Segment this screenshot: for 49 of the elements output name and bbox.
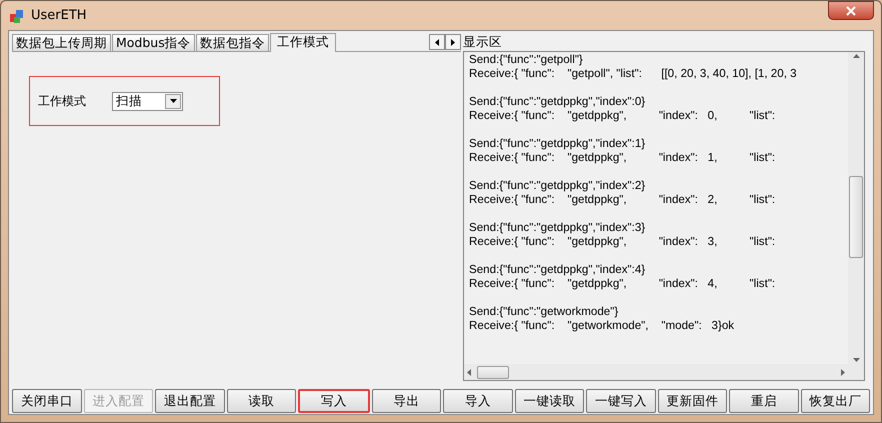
close-button[interactable] [828,1,874,20]
mode-dropdown[interactable]: 扫描 [112,92,183,110]
tab[interactable]: Modbus指令 [112,34,195,51]
app-icon [9,8,25,24]
log-line: Receive:{ "func": "getdppkg", "index": 2, "list": [469,193,776,207]
toolbar-button[interactable]: 一键读取 [514,389,584,413]
close-icon [846,6,856,16]
down-arrow-icon[interactable] [852,358,860,362]
log-line: Send:{"func":"getdppkg","index":3} [469,221,646,235]
scroll-right-button[interactable] [445,34,461,50]
window-title: UserETH [31,6,87,25]
toolbar-button[interactable]: 导出 [372,389,441,413]
log-line: Send:{"func":"getdppkg","index":4} [469,263,646,277]
log-line: Send:{"func":"getdppkg","index":1} [469,137,646,151]
log-line: Send:{"func":"getpoll"} [469,53,584,67]
up-arrow-icon[interactable] [852,54,860,58]
toolbar-button[interactable]: 更新固件 [658,389,727,413]
toolbar-button[interactable]: 导入 [443,389,512,413]
tab[interactable]: 数据包上传周期 [12,34,111,51]
toolbar-button[interactable]: 退出配置 [155,389,224,413]
toolbar-button[interactable]: 恢复出厂 [800,389,870,413]
log-line: Receive:{ "func": "getpoll", "list": [[0, 20, 3, 40, 10], [1, 20, 3 [469,67,798,81]
log-line: Send:{"func":"getdppkg","index":2} [469,179,646,193]
toolbar-button[interactable]: 重启 [729,389,798,413]
scrollbar-thumb[interactable] [477,366,509,378]
right-arrow-icon[interactable] [841,368,845,376]
vertical-scrollbar[interactable] [848,52,864,364]
tab[interactable]: 数据包指令 [196,34,269,51]
toolbar-button[interactable]: 读取 [226,389,296,413]
caret-icon [170,99,176,103]
log-line: Receive:{ "func": "getworkmode", "mode": 3}ok [469,319,736,333]
log-line: Receive:{ "func": "getdppkg", "index": 4, "list": [469,277,776,291]
left-arrow-icon [435,38,439,46]
field-label: 工作模式 [38,93,86,110]
log-line: Receive:{ "func": "getdppkg", "index": 3, "list": [469,235,776,249]
tab[interactable]: 工作模式 [270,33,336,52]
right-arrow-icon [451,38,455,46]
log-line: Send:{"func":"getdppkg","index":0} [469,95,646,109]
horizontal-scrollbar[interactable] [464,364,848,380]
panel-title: 显示区 [463,33,503,50]
left-arrow-icon[interactable] [467,368,471,376]
toolbar-button[interactable]: 一键写入 [586,389,656,413]
log-line: Receive:{ "func": "getdppkg", "index": 1, "list": [469,151,776,165]
log-line: Send:{"func":"getworkmode"} [469,305,620,319]
toolbar-button[interactable]: 写入 [298,389,370,413]
toolbar-button[interactable]: 关闭串口 [12,389,82,413]
scrollbar-thumb[interactable] [849,176,863,258]
log-line: Receive:{ "func": "getdppkg", "index": 0, "list": [469,109,776,123]
scroll-left-button[interactable] [429,34,445,50]
